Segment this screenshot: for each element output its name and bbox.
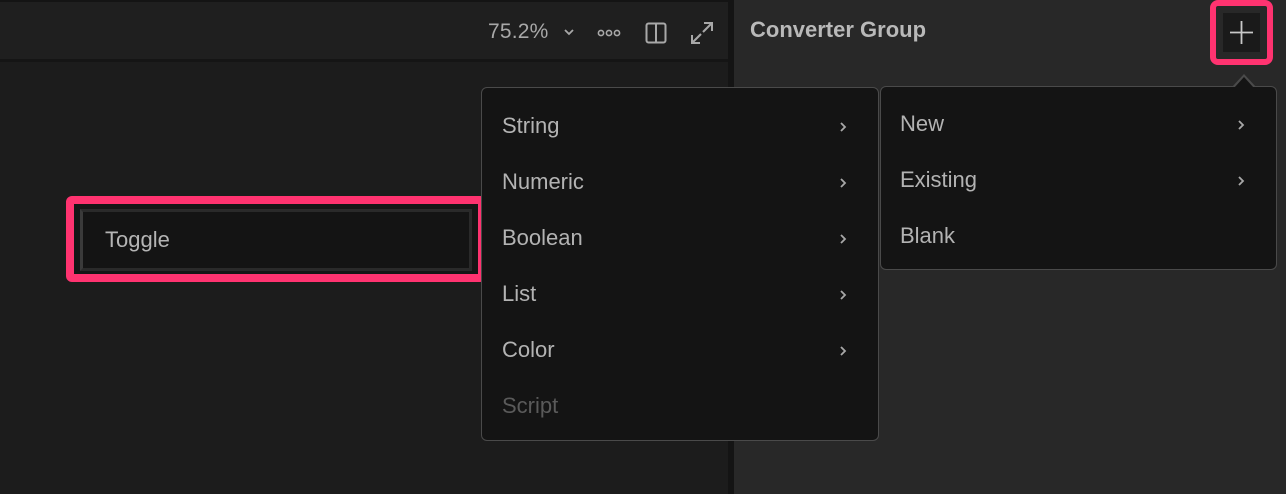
chevron-right-icon [840,290,847,300]
menu-item-script: Script [482,378,878,434]
toggle-item[interactable]: Toggle [80,209,472,271]
chevron-right-icon [840,346,847,356]
menu-caret-fill [1234,77,1254,88]
chevron-right-icon [1238,176,1245,186]
menu-item-new[interactable]: New [881,96,1276,152]
expand-icon[interactable] [690,21,714,45]
menu-item-boolean[interactable]: Boolean [482,210,878,266]
menu-item-color[interactable]: Color [482,322,878,378]
chevron-down-icon[interactable] [562,25,576,39]
menu-item-label: String [502,113,560,138]
converter-type-menu: String Numeric Boolean List Color Script [481,87,879,441]
toggle-item-highlight[interactable]: Toggle [66,196,486,282]
panel-title: Converter Group [750,17,927,42]
more-icon[interactable] [597,24,621,42]
menu-item-label: List [502,281,537,306]
add-converter-menu: New Existing Blank [880,86,1277,270]
chevron-right-icon [840,178,847,188]
menu-item-label: Boolean [502,225,583,250]
zoom-level[interactable]: 75.2% [488,20,549,44]
chevron-right-icon [840,122,847,132]
chevron-right-icon [840,234,847,244]
menu-item-label: Numeric [502,169,584,194]
panel-layout-icon[interactable] [645,22,667,44]
menu-item-label: Script [502,393,559,418]
chevron-right-icon [1238,120,1245,130]
menu-item-list[interactable]: List [482,266,878,322]
menu-item-string[interactable]: String [482,98,878,154]
toggle-item-label: Toggle [105,227,170,252]
plus-icon [1223,13,1260,52]
menu-item-label: Existing [900,167,978,192]
menu-item-label: Blank [900,223,956,248]
canvas-toolbar: 75.2% [0,0,728,62]
menu-item-label: New [900,111,945,136]
menu-item-numeric[interactable]: Numeric [482,154,878,210]
menu-item-existing[interactable]: Existing [881,152,1276,208]
app-root: 75.2% Toggle Converter Group String Nume… [0,0,1286,494]
menu-item-label: Color [502,337,555,362]
menu-item-blank[interactable]: Blank [881,208,1276,264]
add-converter-button[interactable] [1210,0,1273,65]
